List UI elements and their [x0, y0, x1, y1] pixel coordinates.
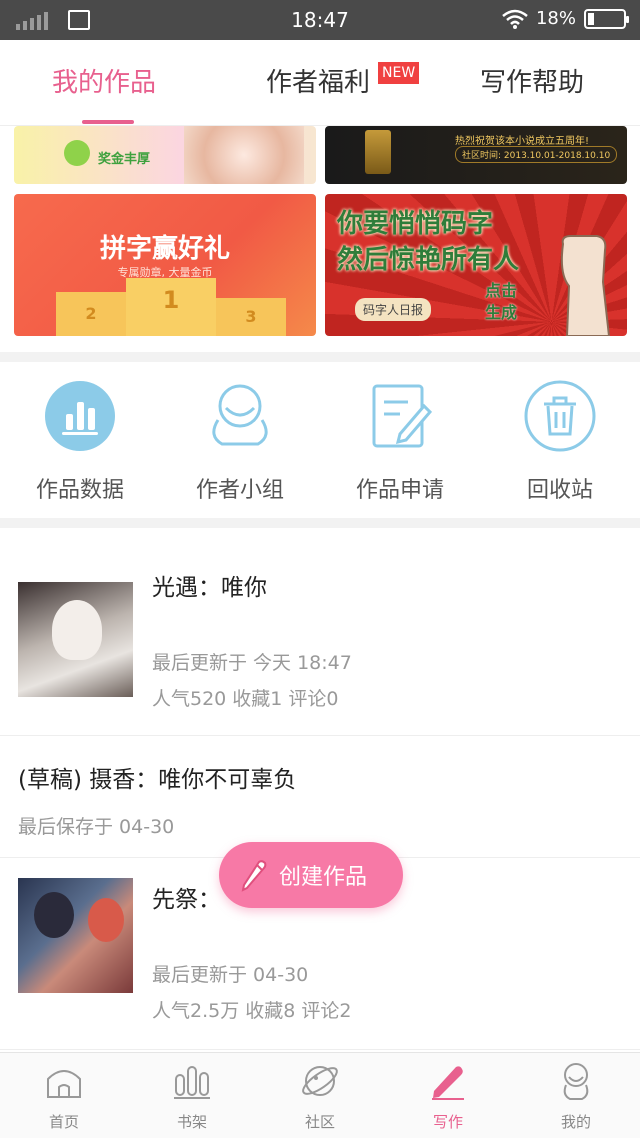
section-divider: [0, 518, 640, 528]
work-cover-image: [18, 878, 133, 993]
nav-home-label: 首页: [48, 1113, 79, 1131]
bookshelf-icon: [174, 1066, 210, 1099]
home-icon: [47, 1070, 81, 1098]
tab-my-works[interactable]: 我的作品: [52, 62, 156, 99]
quick-actions: 作品数据 作者小组 作品申请 回收站: [0, 362, 640, 520]
raised-fist-icon: [560, 235, 611, 336]
work-cover-image: [18, 582, 133, 697]
work-stats: 人气520 收藏1 评论0: [152, 688, 339, 710]
group-icon: [212, 384, 268, 446]
battery-percent: 18%: [535, 8, 576, 29]
action-work-data-label: 作品数据: [35, 478, 124, 503]
banner-top-left-tag: 奖金丰厚: [98, 152, 151, 167]
work-title: 先祭：: [152, 887, 221, 913]
new-badge: NEW: [378, 62, 420, 84]
section-divider: [0, 352, 640, 362]
work-updated: 最后更新于 04-30: [152, 964, 309, 986]
mascot-icon: [64, 140, 90, 166]
work-title: 光遇：唯你: [152, 575, 267, 601]
nav-community[interactable]: 社区: [280, 1061, 360, 1132]
trophy-icon: [365, 130, 391, 174]
podium-third: 3: [216, 298, 286, 336]
nav-bookshelf-label: 书架: [176, 1113, 207, 1131]
active-tab-indicator: [82, 120, 134, 124]
nav-mine-label: 我的: [560, 1113, 591, 1131]
banner-title-line1: 你要悄悄码字: [337, 209, 494, 239]
work-title: (草稿) 摄香：唯你不可辜负: [18, 767, 297, 793]
cta-line1: 点击: [485, 281, 518, 300]
profile-icon: [563, 1063, 589, 1100]
action-work-data[interactable]: 作品数据: [10, 380, 150, 504]
top-tabs: 我的作品 作者福利 NEW 写作帮助: [0, 40, 640, 126]
banner-title-line2: 然后惊艳所有人: [337, 245, 520, 275]
bottom-nav: 首页 书架 社区 写作 我的: [0, 1052, 640, 1138]
cta-line2: 生成: [485, 303, 518, 322]
work-item-draft[interactable]: (草稿) 摄香：唯你不可辜负 最后保存于 04-30: [0, 736, 640, 858]
banner-top-right-text: 热烈祝贺该本小说成立五周年!: [455, 136, 590, 147]
edit-document-icon: [372, 384, 433, 448]
action-recycle-bin-label: 回收站: [526, 478, 593, 503]
work-saved: 最后保存于 04-30: [18, 816, 175, 838]
create-work-button[interactable]: 创建作品: [219, 842, 403, 908]
nav-mine[interactable]: 我的: [536, 1061, 616, 1132]
action-author-group-label: 作者小组: [195, 478, 284, 503]
podium-second: 2: [56, 292, 126, 336]
banner-top-right[interactable]: 热烈祝贺该本小说成立五周年! 社区时间: 2013.10.01-2018.10.…: [325, 126, 627, 184]
banner-area: 奖金丰厚 热烈祝贺该本小说成立五周年! 社区时间: 2013.10.01-201…: [0, 126, 640, 352]
trash-icon: [524, 380, 596, 452]
action-work-apply[interactable]: 作品申请: [330, 380, 470, 504]
work-updated: 最后更新于 今天 18:47: [152, 652, 352, 674]
pencil-icon: [241, 860, 267, 892]
nav-bookshelf[interactable]: 书架: [152, 1061, 232, 1132]
banner-word-contest[interactable]: 拼字赢好礼 专属勋章, 大量金币 2 1 3: [14, 194, 316, 336]
nav-community-label: 社区: [304, 1113, 335, 1131]
nav-home[interactable]: 首页: [24, 1061, 104, 1132]
nav-write[interactable]: 写作: [408, 1061, 488, 1132]
action-work-apply-label: 作品申请: [355, 478, 444, 503]
status-bar: 18:47 18%: [0, 0, 640, 40]
create-work-label: 创建作品: [279, 865, 368, 890]
banner-daily-report-tag: 码字人日报: [355, 298, 432, 321]
banner-top-left[interactable]: 奖金丰厚: [14, 126, 316, 184]
battery-icon: [584, 8, 629, 29]
nav-write-label: 写作: [432, 1113, 463, 1131]
write-pencil-icon: [432, 1066, 464, 1100]
action-recycle-bin[interactable]: 回收站: [490, 380, 630, 504]
banner-top-right-date: 社区时间: 2013.10.01-2018.10.10: [455, 146, 618, 163]
podium-first: 1: [126, 278, 216, 336]
banner-word-contest-title: 拼字赢好礼: [99, 234, 230, 264]
anime-character-image: [184, 126, 304, 184]
tab-author-benefits[interactable]: 作者福利: [266, 62, 370, 99]
planet-icon: [302, 1066, 338, 1096]
banner-daily-report-title: 你要悄悄码字 然后惊艳所有人: [337, 206, 519, 278]
work-stats: 人气2.5万 收藏8 评论2: [152, 1000, 352, 1022]
wifi-icon: [502, 9, 528, 29]
bar-chart-icon: [45, 381, 115, 451]
banner-generate-cta: 点击 生成: [485, 280, 517, 324]
work-item[interactable]: 光遇：唯你 最后更新于 今天 18:47 人气520 收藏1 评论0: [0, 530, 640, 736]
tab-writing-help[interactable]: 写作帮助: [480, 62, 584, 99]
banner-daily-report[interactable]: 你要悄悄码字 然后惊艳所有人 码字人日报 点击 生成: [325, 194, 627, 336]
action-author-group[interactable]: 作者小组: [170, 380, 310, 504]
